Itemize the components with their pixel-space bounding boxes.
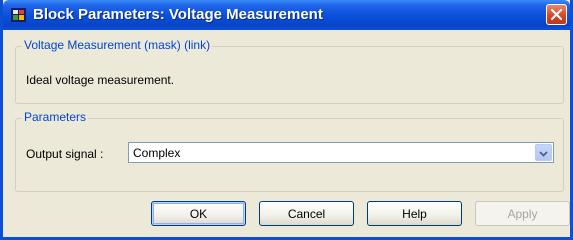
output-signal-label: Output signal : (26, 147, 104, 161)
close-button[interactable] (546, 4, 567, 25)
ok-button[interactable]: OK (151, 201, 246, 226)
help-button[interactable]: Help (367, 201, 462, 226)
chevron-down-icon (539, 145, 548, 160)
window-title: Block Parameters: Voltage Measurement (33, 6, 323, 23)
title-bar[interactable]: Block Parameters: Voltage Measurement (3, 0, 570, 30)
simulink-block-icon (11, 7, 27, 23)
mask-description-group: Voltage Measurement (mask) (link) Ideal … (15, 38, 564, 104)
dialog-window: Block Parameters: Voltage Measurement Vo… (0, 0, 573, 240)
parameters-group: Parameters Output signal : Complex (15, 110, 564, 192)
output-signal-value: Complex (133, 146, 181, 160)
parameters-legend: Parameters (22, 110, 89, 124)
apply-button[interactable]: Apply (475, 201, 570, 226)
cancel-button[interactable]: Cancel (259, 201, 354, 226)
dropdown-arrow-button[interactable] (535, 144, 552, 161)
mask-description-text: Ideal voltage measurement. (26, 73, 175, 87)
close-icon (551, 9, 562, 20)
output-signal-dropdown[interactable]: Complex (128, 142, 554, 163)
mask-description-legend: Voltage Measurement (mask) (link) (22, 38, 213, 52)
